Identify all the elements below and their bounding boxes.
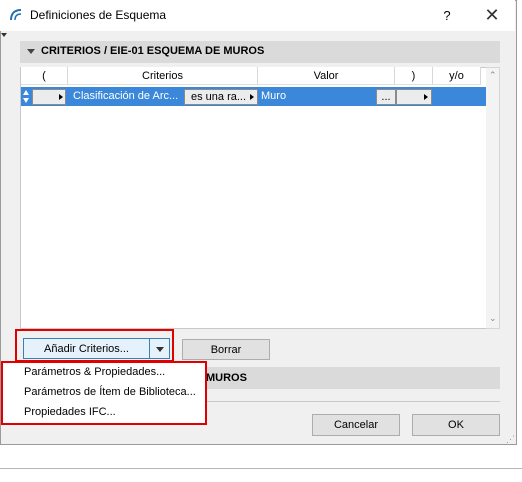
second-section-title: MUROS (206, 372, 247, 384)
open-paren-popup[interactable] (32, 89, 66, 105)
popup-arrow-icon (250, 94, 254, 100)
column-header-criteria[interactable]: Criterios (68, 67, 258, 85)
criteria-table (20, 67, 487, 329)
add-criteria-dropdown-button[interactable] (149, 338, 170, 359)
column-header-close-paren[interactable]: ) (395, 67, 433, 85)
table-scrollbar[interactable] (486, 67, 500, 329)
menu-item-ifc-properties[interactable]: Propiedades IFC... (24, 406, 116, 418)
column-header-value[interactable]: Valor (258, 67, 395, 85)
popup-arrow-icon (424, 94, 428, 100)
collapse-marker-icon (1, 33, 7, 37)
column-header-and-or[interactable]: y/o (433, 67, 481, 85)
chevron-down-icon (156, 347, 164, 352)
close-button[interactable]: ✕ (478, 4, 506, 26)
scroll-up-icon[interactable]: ⌃ (489, 70, 497, 81)
ok-button[interactable]: OK (412, 414, 500, 436)
resize-grip-icon[interactable]: ⋰ (506, 434, 515, 445)
menu-item-library-item-parameters[interactable]: Parámetros de Ítem de Biblioteca... (24, 386, 196, 398)
column-header-open-paren[interactable]: ( (21, 67, 68, 85)
operator-label: es una ra... (191, 91, 247, 103)
divider (0, 468, 522, 469)
menu-item-parameters-properties[interactable]: Parámetros & Propiedades... (24, 366, 165, 378)
scroll-down-icon[interactable]: ⌄ (489, 313, 497, 324)
delete-button[interactable]: Borrar (182, 339, 270, 360)
close-paren-popup[interactable] (396, 89, 432, 105)
cancel-button[interactable]: Cancelar (312, 414, 400, 436)
value-cell[interactable]: Muro (261, 87, 286, 106)
value-browse-button[interactable]: ... (376, 89, 396, 105)
row-drag-handle-icon[interactable] (22, 89, 30, 104)
add-criteria-button[interactable]: Añadir Criterios... (23, 338, 150, 359)
window-title: Definiciones de Esquema (30, 8, 167, 22)
help-button[interactable]: ? (435, 6, 459, 26)
operator-popup[interactable]: es una ra... (184, 89, 258, 105)
app-logo-icon (10, 9, 22, 21)
popup-arrow-icon (59, 94, 63, 100)
disclosure-triangle-icon[interactable] (27, 49, 35, 54)
criteria-section-title: CRITERIOS / EIE-01 ESQUEMA DE MUROS (41, 45, 265, 57)
criterion-cell[interactable]: Clasificación de Arc... (73, 87, 178, 106)
